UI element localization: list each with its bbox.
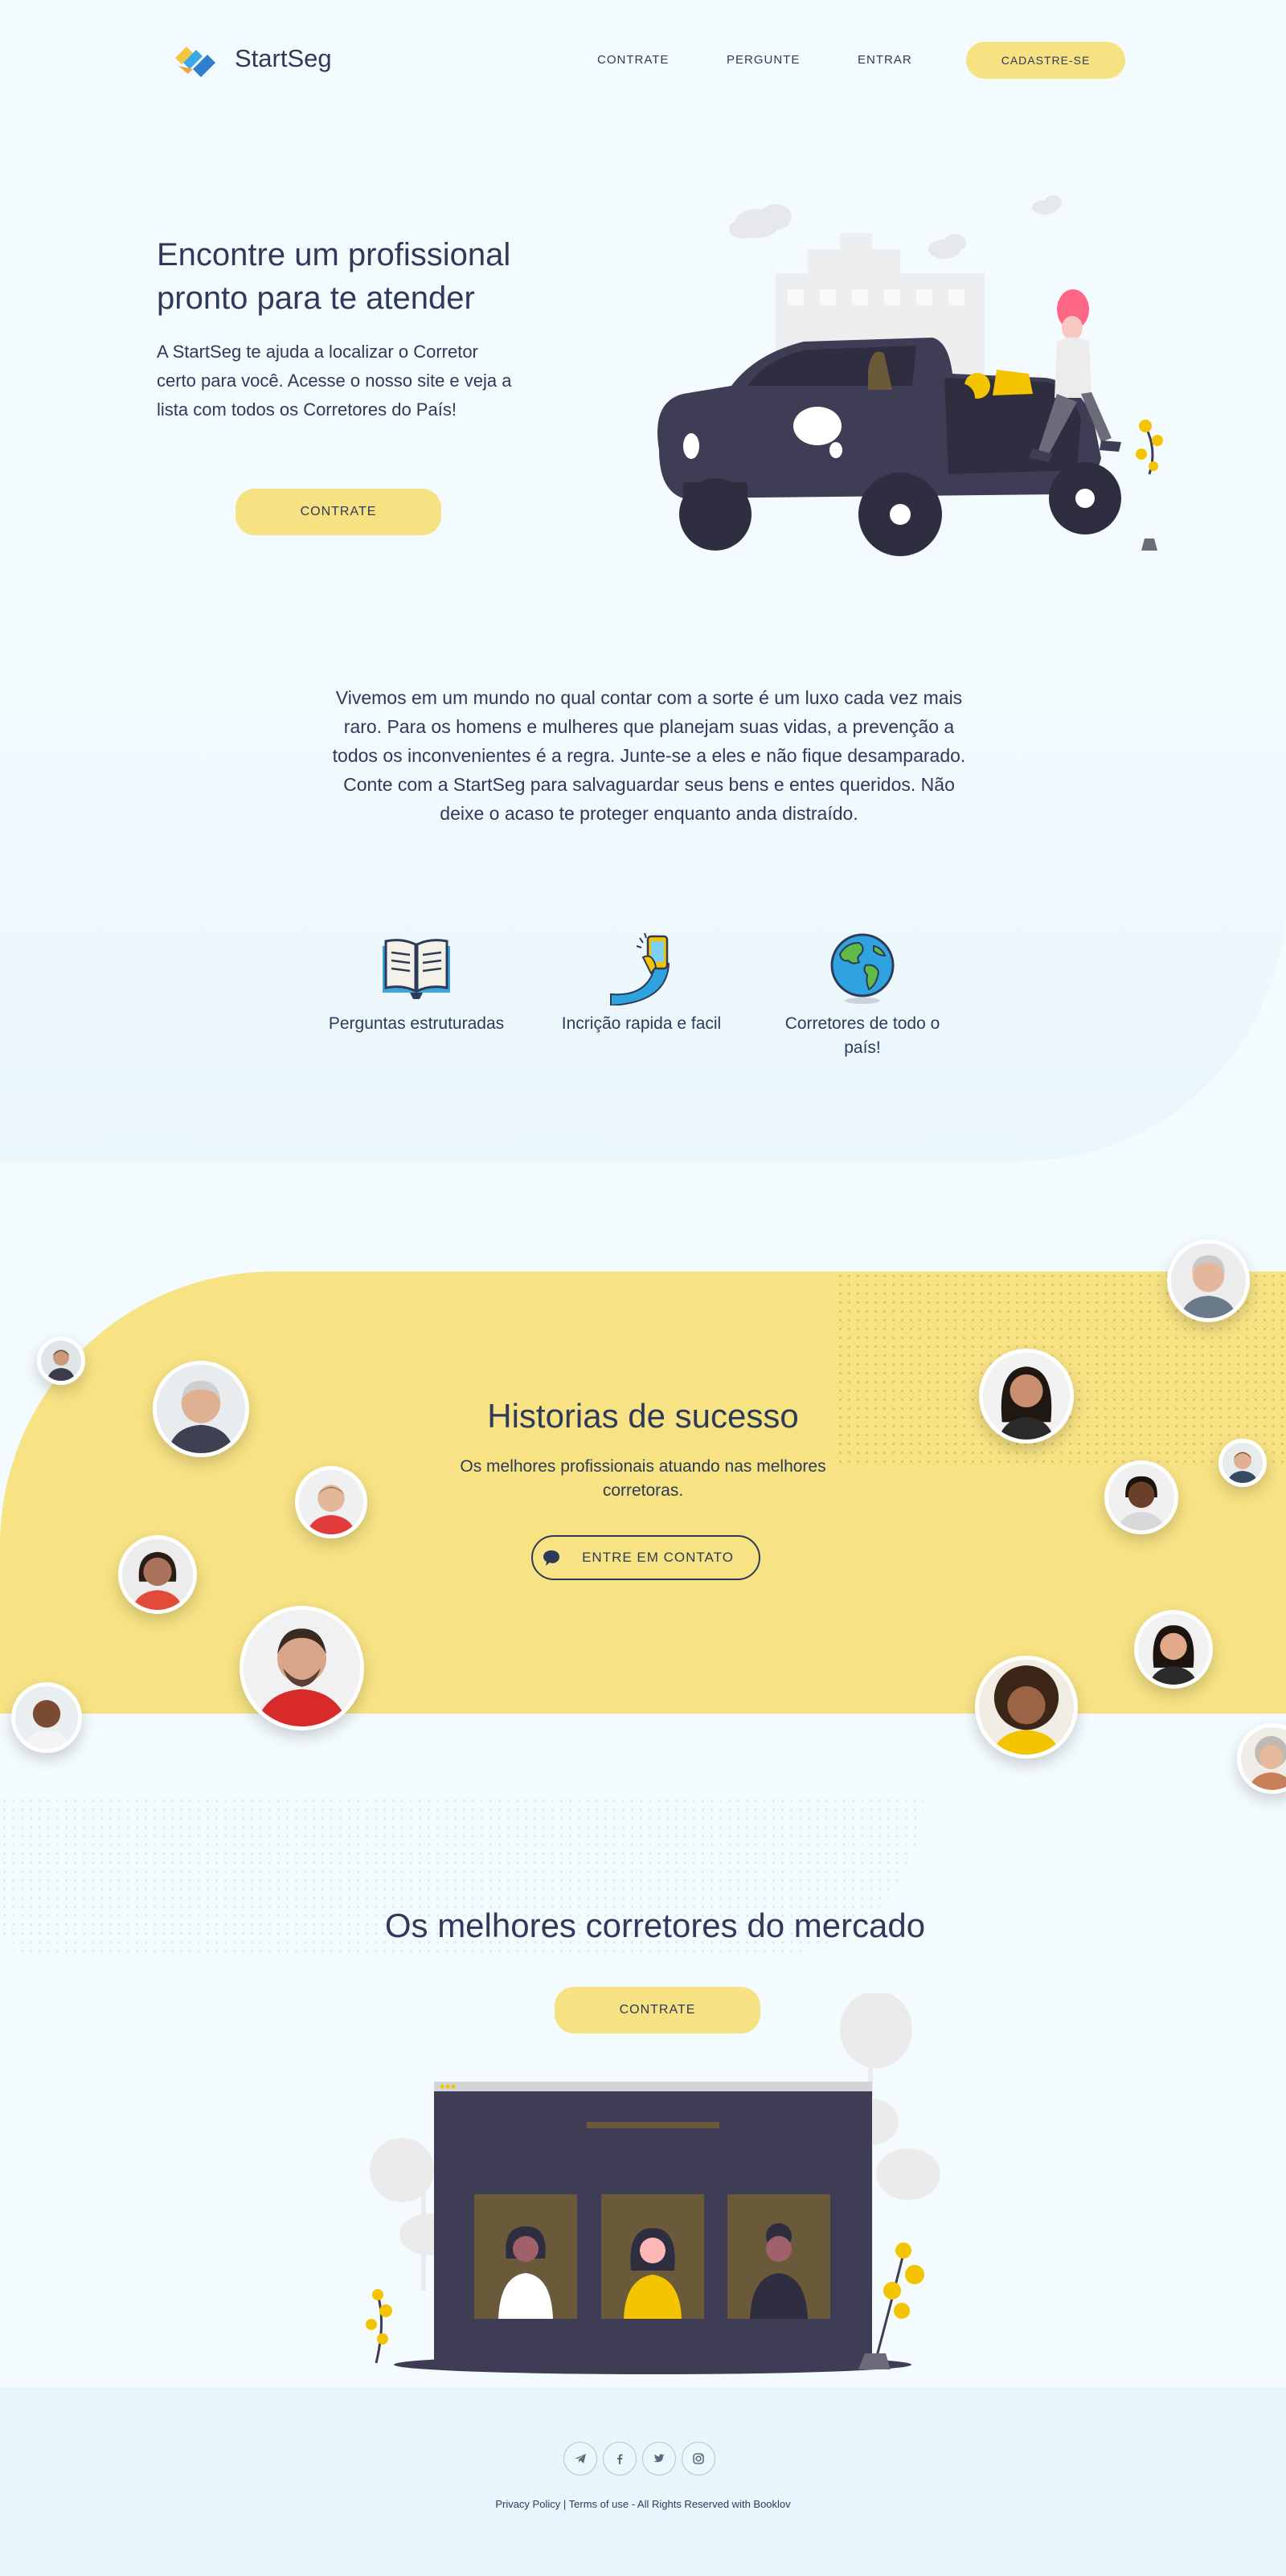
twitter-icon xyxy=(653,2454,665,2463)
nav-contrate[interactable]: CONTRATE xyxy=(597,53,669,67)
brokers-illustration xyxy=(366,1993,940,2374)
facebook-icon xyxy=(617,2454,623,2464)
nav-pergunte[interactable]: PERGUNTE xyxy=(727,53,800,67)
feature-label: Corretores de todo o país! xyxy=(784,1014,940,1057)
avatar xyxy=(1134,1610,1213,1689)
footer-links: Privacy Policy | Terms of use - All Righ… xyxy=(0,2498,1286,2510)
site-footer: Privacy Policy | Terms of use - All Righ… xyxy=(0,2387,1286,2576)
feature-item: Incrição rapida e facil xyxy=(553,928,730,1036)
telegram-button[interactable] xyxy=(563,2442,597,2476)
instagram-icon xyxy=(693,2453,704,2464)
phone-hand-icon xyxy=(610,932,670,1005)
site-header: StartSeg CONTRATE PERGUNTE ENTRAR CADAST… xyxy=(0,32,1286,84)
avatar xyxy=(1218,1439,1267,1487)
avatar xyxy=(979,1349,1074,1444)
avatar xyxy=(11,1682,82,1753)
avatar xyxy=(118,1535,197,1614)
brokers-contrate-button[interactable]: CONTRATE xyxy=(555,1987,760,2033)
avatar xyxy=(975,1656,1078,1759)
feature-item: Corretores de todo o país! xyxy=(774,928,951,1060)
twitter-button[interactable] xyxy=(642,2442,676,2476)
contact-button[interactable]: ENTRE EM CONTATO xyxy=(531,1535,760,1580)
globe-icon xyxy=(830,933,895,1004)
brand-name: StartSeg xyxy=(235,44,332,72)
intro-paragraph: Vivemos em um mundo no qual contar com a… xyxy=(332,687,966,824)
avatar xyxy=(295,1466,367,1538)
rights-text: - All Rights Reserved with Booklov xyxy=(631,2498,791,2510)
chat-bubble-icon xyxy=(543,1550,560,1566)
avatar xyxy=(37,1337,85,1385)
success-subtitle: Os melhores profissionais atuando nas me… xyxy=(460,1457,826,1500)
logo-icon xyxy=(175,47,215,77)
avatar xyxy=(1104,1460,1178,1534)
nav-entrar[interactable]: ENTRAR xyxy=(858,53,912,67)
hero-text: A StartSeg te ajuda a localizar o Corret… xyxy=(157,342,512,420)
book-icon xyxy=(383,939,450,999)
intro-background xyxy=(0,579,1286,1161)
avatar xyxy=(1167,1239,1250,1322)
social-links xyxy=(563,2442,715,2476)
contact-button-label: ENTRE EM CONTATO xyxy=(582,1550,734,1565)
avatar xyxy=(1237,1723,1286,1794)
hero-title: Encontre um profissional pronto para te … xyxy=(157,237,511,316)
terms-of-use-link[interactable]: Terms of use xyxy=(569,2498,629,2510)
brokers-title: Os melhores corretores do mercado xyxy=(384,1906,926,1944)
footer-separator: | xyxy=(563,2498,567,2510)
feature-label: Perguntas estruturadas xyxy=(328,1014,505,1033)
privacy-policy-link[interactable]: Privacy Policy xyxy=(495,2498,560,2510)
feature-label: Incrição rapida e facil xyxy=(561,1014,722,1033)
signup-button[interactable]: CADASTRE-SE xyxy=(966,42,1125,79)
brand-logo[interactable]: StartSeg xyxy=(169,39,332,79)
avatar xyxy=(153,1361,249,1457)
telegram-icon xyxy=(575,2454,586,2463)
avatar xyxy=(240,1606,364,1730)
hero-contrate-button[interactable]: CONTRATE xyxy=(235,489,441,535)
instagram-button[interactable] xyxy=(682,2442,715,2476)
feature-item: Perguntas estruturadas xyxy=(328,928,505,1036)
car-illustration xyxy=(657,195,1163,556)
facebook-button[interactable] xyxy=(603,2442,637,2476)
